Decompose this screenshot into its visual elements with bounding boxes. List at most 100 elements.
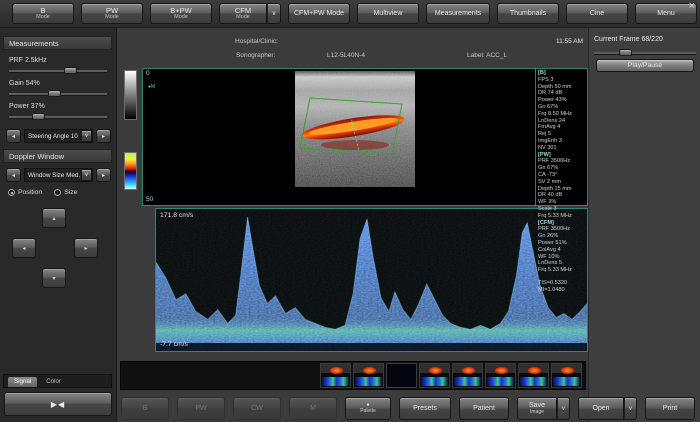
b-mode-button[interactable]: B Mode	[12, 3, 74, 24]
orientation-marker: ●M	[148, 84, 156, 90]
mode-toolbar: B Mode PW Mode B+PW Mode CFM Mode ∨ CFM+…	[0, 0, 700, 28]
power-slider-thumb[interactable]	[32, 113, 46, 120]
multiview-button[interactable]: Multiview	[357, 3, 419, 24]
prf-slider-thumb[interactable]	[63, 67, 77, 74]
open-button[interactable]: Open	[578, 396, 624, 420]
sonographer-label: Sonographer:	[236, 52, 276, 59]
cine-control-sidebar: Current Frame 68/220 Play/Pause	[588, 28, 700, 422]
window-size-increase-button[interactable]: ▸	[96, 168, 111, 182]
close-icon[interactable]: ×	[689, 1, 695, 12]
ultrasound-b-image	[295, 71, 415, 187]
save-image-button[interactable]: Save Image	[517, 396, 557, 420]
prf-slider[interactable]	[9, 66, 107, 74]
patient-button[interactable]: Patient	[459, 396, 509, 420]
tab-color[interactable]: Color	[40, 377, 67, 387]
depth-scale-top: 0	[146, 70, 150, 77]
b-pw-mode-button[interactable]: B+PW Mode	[150, 3, 212, 24]
time-label: 11:55 AM	[556, 38, 583, 45]
cine-thumbnail[interactable]	[320, 363, 351, 388]
radio-on-icon	[8, 189, 15, 196]
signal-color-tabbar: Signal Color	[3, 374, 112, 388]
velocity-max-label: 171.8 cm/s	[160, 212, 194, 219]
velocity-min-label: -7.7 cm/s	[160, 341, 188, 348]
cfm-mode-button-group: CFM Mode ∨	[219, 3, 281, 24]
cfm-mode-dropdown-button[interactable]: ∨	[267, 3, 281, 24]
power-slider-label: Power 37%	[9, 103, 45, 110]
print-button[interactable]: Print	[645, 396, 695, 420]
chevron-down-icon: ∨	[84, 172, 89, 178]
collapse-icon: ▶◀	[50, 399, 66, 409]
steering-angle-decrease-button[interactable]: ◂	[6, 129, 21, 143]
measurements-button[interactable]: Measurements	[426, 3, 490, 24]
image-params-divider	[535, 68, 536, 206]
frame-slider[interactable]	[594, 48, 696, 56]
frame-slider-thumb[interactable]	[618, 49, 632, 56]
radio-off-icon	[54, 189, 62, 196]
window-size-dropdown-button[interactable]: ∨	[81, 169, 92, 181]
arrow-left-icon: ◂	[22, 245, 26, 252]
window-size-row: ◂ Window Size Med. ∨ ▸	[6, 168, 111, 182]
steering-angle-dropdown-button[interactable]: ∨	[81, 130, 92, 142]
cfm-pw-mode-button[interactable]: CFM+PW Mode	[288, 3, 350, 24]
window-size-select[interactable]: Window Size Med. ∨	[24, 168, 93, 182]
cine-thumbnail[interactable]	[452, 363, 483, 388]
thumbnails-button[interactable]: Thumbnails	[497, 3, 559, 24]
bottom-toolbar: B PW CW M ● Palette Presets Patient Save…	[118, 394, 700, 422]
move-right-button[interactable]: ▸	[74, 238, 98, 258]
presets-button[interactable]: Presets	[399, 396, 451, 420]
move-up-button[interactable]: ▴	[42, 208, 66, 228]
tab-signal[interactable]: Signal	[8, 377, 38, 387]
window-size-decrease-button[interactable]: ◂	[6, 168, 21, 182]
size-radio[interactable]: Size	[54, 189, 77, 196]
cfm-colorbar	[124, 152, 137, 190]
gain-slider-label: Gain 54%	[9, 80, 40, 87]
cine-thumbnail[interactable]	[551, 363, 582, 388]
b-quick-button: B	[121, 396, 169, 420]
pw-mode-button[interactable]: PW Mode	[81, 3, 143, 24]
pw-spectrum-waveform	[156, 209, 587, 351]
move-down-button[interactable]: ▾	[42, 268, 66, 288]
arrow-up-icon: ▴	[52, 215, 56, 222]
play-pause-button[interactable]: Play/Pause	[596, 59, 694, 72]
save-dropdown-button[interactable]: ∨	[557, 396, 570, 420]
open-dropdown-button[interactable]: ∨	[624, 396, 637, 420]
cine-thumbnail[interactable]	[353, 363, 384, 388]
move-left-button[interactable]: ◂	[12, 238, 36, 258]
main-display-area: Hospital/Clinic: 11:55 AM Sonographer: L…	[118, 28, 588, 422]
cw-quick-button: CW	[233, 396, 281, 420]
prf-slider-label: PRF 2.5kHz	[9, 57, 47, 64]
gain-slider[interactable]	[9, 89, 107, 97]
position-radio[interactable]: Position	[8, 189, 42, 196]
hospital-clinic-label: Hospital/Clinic:	[235, 38, 278, 45]
cine-strip	[120, 361, 586, 390]
steering-angle-select[interactable]: Steering Angle 10 ∨	[24, 129, 93, 143]
cfm-mode-button[interactable]: CFM Mode	[219, 3, 267, 24]
steering-angle-increase-button[interactable]: ▸	[96, 129, 111, 143]
cine-thumbnail[interactable]	[419, 363, 450, 388]
palette-button[interactable]: ● Palette	[345, 396, 391, 420]
current-frame-label: Current Frame 68/220	[594, 36, 663, 43]
open-button-group: Open ∨	[578, 396, 637, 420]
arrow-right-icon: ▸	[101, 133, 105, 140]
cine-thumbnail[interactable]	[485, 363, 516, 388]
arrow-right-icon: ▸	[84, 245, 88, 252]
steering-angle-row: ◂ Steering Angle 10 ∨ ▸	[6, 129, 111, 143]
tis-value: TIS=0.5320	[538, 279, 568, 286]
arrow-left-icon: ◂	[11, 172, 15, 179]
cine-thumbnail-empty[interactable]	[386, 363, 417, 388]
position-size-radio-group: Position Size	[8, 189, 77, 196]
pw-spectrum-viewport[interactable]: 171.8 cm/s -7.7 cm/s	[155, 208, 588, 352]
chevron-down-icon: ∨	[628, 405, 633, 412]
chevron-down-icon: ∨	[561, 405, 566, 412]
power-slider[interactable]	[9, 112, 107, 120]
exam-label: Label: ACC_L	[467, 52, 508, 59]
cine-thumbnail[interactable]	[518, 363, 549, 388]
cine-button[interactable]: Cine	[566, 3, 628, 24]
chevron-down-icon: ∨	[271, 11, 277, 17]
gain-slider-thumb[interactable]	[48, 90, 62, 97]
m-quick-button: M	[289, 396, 337, 420]
save-image-button-group: Save Image ∨	[517, 396, 570, 420]
chevron-down-icon: ∨	[84, 133, 89, 139]
collapse-panel-button[interactable]: ▶◀	[4, 392, 112, 416]
b-image-viewport[interactable]: 0 50 ●M	[142, 68, 588, 206]
